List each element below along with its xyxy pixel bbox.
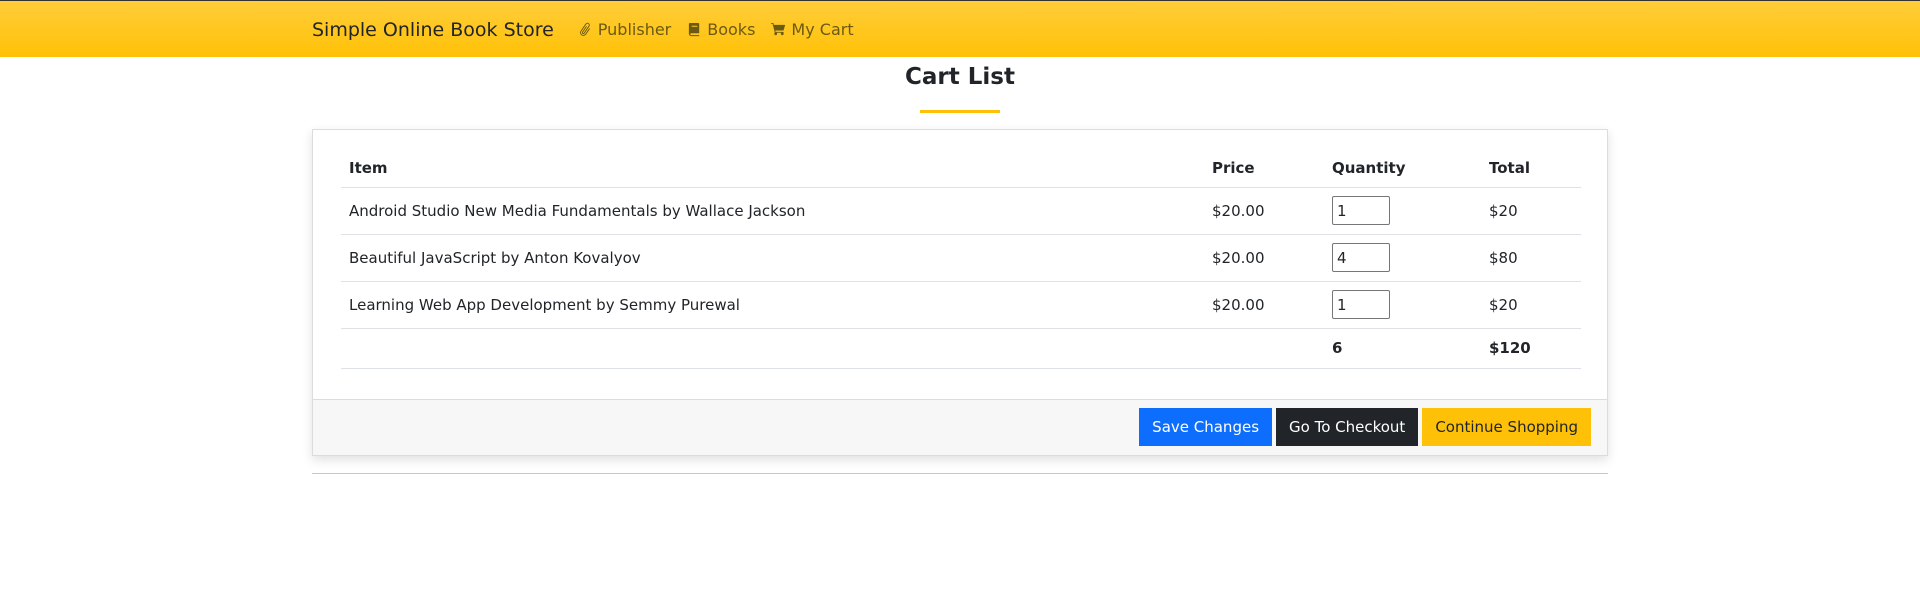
paperclip-icon [579,22,590,36]
cell-quantity [1324,187,1481,235]
cell-item: Beautiful JavaScript by Anton Kovalyov [341,234,1204,282]
nav-link-label: Publisher [597,20,672,39]
table-row: Beautiful JavaScript by Anton Kovalyov $… [341,234,1581,282]
book-icon [689,22,700,37]
nav-link-books[interactable]: Books [687,20,755,39]
checkout-button[interactable]: Go To Checkout [1276,408,1419,446]
title-underline [920,110,1000,113]
cell-total: $20 [1481,187,1581,235]
cell-empty [341,328,1204,369]
card-footer: Save Changes Go To Checkout Continue Sho… [313,399,1607,455]
cell-item: Android Studio New Media Fundamentals by… [341,187,1204,235]
footer-buttons: Save Changes Go To Checkout Continue Sho… [1135,408,1591,446]
table-row: Learning Web App Development by Semmy Pu… [341,281,1581,329]
page-title: Cart List [905,64,1015,90]
nav-link-label: Books [707,20,756,39]
cell-empty [1204,328,1324,369]
nav-link-label: My Cart [791,20,854,39]
quantity-input[interactable] [1332,243,1390,272]
cell-quantity [1324,234,1481,282]
cell-price: $20.00 [1204,281,1324,329]
summary-row: 6 $120 [341,328,1581,369]
continue-shopping-button[interactable]: Continue Shopping [1422,408,1591,446]
cell-quantity [1324,281,1481,329]
table-header-row: Item Price Quantity Total [341,150,1581,188]
cell-price: $20.00 [1204,234,1324,282]
cart-table: Item Price Quantity Total Android Studio… [341,150,1581,369]
cart-card: Item Price Quantity Total Android Studio… [312,129,1608,456]
navbar-inner: Simple Online Book Store Publisher Books… [312,1,870,58]
header-total: Total [1481,150,1581,188]
total-quantity: 6 [1324,328,1481,369]
navbar: Simple Online Book Store Publisher Books… [0,0,1920,57]
table-row: Android Studio New Media Fundamentals by… [341,187,1581,235]
cell-item: Learning Web App Development by Semmy Pu… [341,281,1204,329]
nav-link-publisher[interactable]: Publisher [578,20,671,39]
quantity-input[interactable] [1332,290,1390,319]
quantity-input[interactable] [1332,196,1390,225]
header-price: Price [1204,150,1324,188]
header-quantity: Quantity [1324,150,1481,188]
header-item: Item [341,150,1204,188]
cell-total: $80 [1481,234,1581,282]
cell-total: $20 [1481,281,1581,329]
brand-link[interactable]: Simple Online Book Store [312,19,554,41]
divider [312,473,1608,474]
cart-icon [771,22,786,36]
save-changes-button[interactable]: Save Changes [1139,408,1273,446]
grand-total: $120 [1481,328,1581,369]
nav-link-my-cart[interactable]: My Cart [771,20,854,39]
cell-price: $20.00 [1204,187,1324,235]
